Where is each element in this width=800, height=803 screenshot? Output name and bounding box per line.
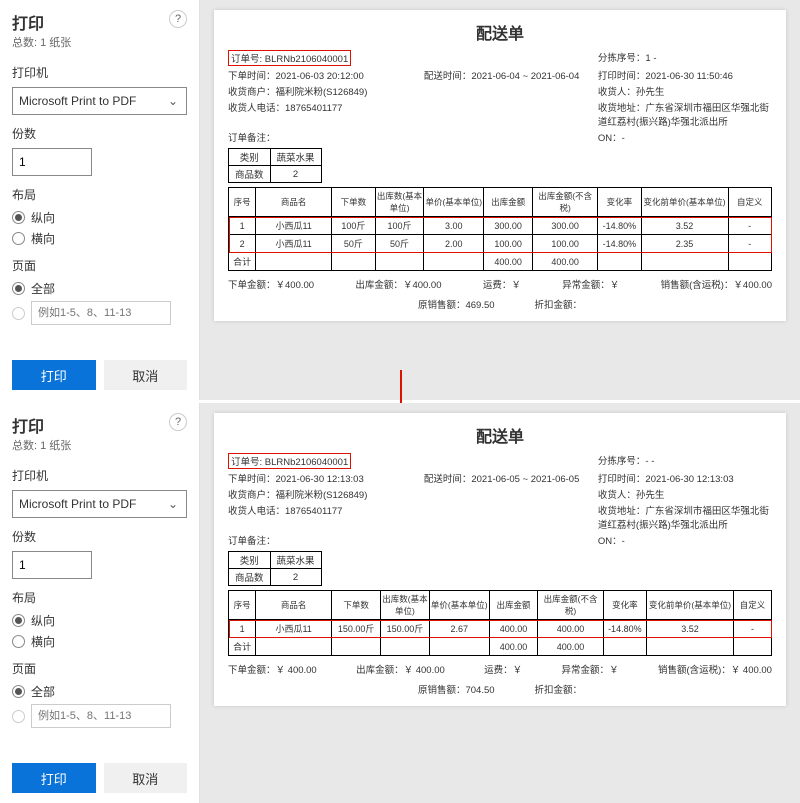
pages-custom-radio[interactable] [12, 704, 187, 728]
table-total-row: 合计400.00400.00 [229, 638, 772, 656]
layout-landscape-radio[interactable]: 横向 [12, 633, 187, 650]
layout-label: 布局 [12, 589, 187, 606]
layout-label: 布局 [12, 186, 187, 203]
print-title: 打印 [12, 10, 187, 34]
doc-title: 配送单 [228, 20, 772, 44]
copies-input[interactable] [12, 551, 92, 579]
printer-select[interactable]: Microsoft Print to PDF ⌄ [12, 87, 187, 115]
table-header-row: 序号商品名下单数出库数(基本单位)单价(基本单位)出库金额出库金额(不含税)变化… [229, 188, 772, 217]
pages-custom-input[interactable] [31, 704, 171, 728]
help-icon[interactable]: ? [169, 10, 187, 28]
sheet-count: 总数: 1 纸张 [12, 437, 187, 453]
doc-title: 配送单 [228, 423, 772, 447]
category-table: 类别蔬菜水果 商品数2 [228, 551, 322, 586]
items-table: 序号商品名下单数出库数(基本单位)单价(基本单位)出库金额出库金额(不含税)变化… [228, 590, 772, 656]
items-table: 序号商品名下单数出库数(基本单位)单价(基本单位)出库金额出库金额(不含税)变化… [228, 187, 772, 271]
summary-line-2: 原销售额：469.50 折扣金额： [228, 297, 772, 311]
summary-line-1: 下单金额：￥400.00 出库金额：￥400.00 运费：￥ 异常金额：￥ 销售… [228, 277, 772, 291]
pages-custom-radio[interactable] [12, 301, 187, 325]
order-no-highlight: 订单号: BLRNb2106040001 [228, 453, 351, 469]
table-header-row: 序号商品名下单数出库数(基本单位)单价(基本单位)出库金额出库金额(不含税)变化… [229, 591, 772, 620]
pages-all-radio[interactable]: 全部 [12, 683, 187, 700]
delivery-doc-1: 配送单 订单号: BLRNb2106040001 分拣序号：1 - 下单时间：2… [214, 10, 786, 321]
sheet-count: 总数: 1 纸张 [12, 34, 187, 50]
print-button[interactable]: 打印 [12, 360, 96, 390]
printer-select[interactable]: Microsoft Print to PDF ⌄ [12, 490, 187, 518]
chevron-down-icon: ⌄ [168, 94, 178, 108]
order-no-highlight: 订单号: BLRNb2106040001 [228, 50, 351, 66]
layout-portrait-radio[interactable]: 纵向 [12, 612, 187, 629]
help-icon[interactable]: ? [169, 413, 187, 431]
table-row: 2小西瓜1150斤50斤2.00100.00100.00-14.80%2.35- [229, 235, 772, 253]
print-preview: 配送单 订单号: BLRNb2106040001 分拣序号：- - 下单时间：2… [200, 403, 800, 803]
summary-line-1: 下单金额：￥ 400.00 出库金额：￥ 400.00 运费：￥ 异常金额：￥ … [228, 662, 772, 676]
copies-input[interactable] [12, 148, 92, 176]
print-title: 打印 [12, 413, 187, 437]
table-row: 1小西瓜11150.00斤150.00斤2.67400.00400.00-14.… [229, 620, 772, 638]
category-table: 类别蔬菜水果 商品数2 [228, 148, 322, 183]
copies-label: 份数 [12, 528, 187, 545]
chevron-down-icon: ⌄ [168, 497, 178, 511]
print-preview: 配送单 订单号: BLRNb2106040001 分拣序号：1 - 下单时间：2… [200, 0, 800, 400]
printer-label: 打印机 [12, 64, 187, 81]
pages-all-radio[interactable]: 全部 [12, 280, 187, 297]
table-total-row: 合计400.00400.00 [229, 253, 772, 271]
summary-line-2: 原销售额：704.50 折扣金额： [228, 682, 772, 696]
copies-label: 份数 [12, 125, 187, 142]
printer-label: 打印机 [12, 467, 187, 484]
print-sidebar: ? 打印 总数: 1 纸张 打印机 Microsoft Print to PDF… [0, 403, 200, 803]
pages-custom-input[interactable] [31, 301, 171, 325]
cancel-button[interactable]: 取消 [104, 763, 188, 793]
layout-portrait-radio[interactable]: 纵向 [12, 209, 187, 226]
print-sidebar: ? 打印 总数: 1 纸张 打印机 Microsoft Print to PDF… [0, 0, 200, 400]
print-button[interactable]: 打印 [12, 763, 96, 793]
pages-label: 页面 [12, 660, 187, 677]
table-row: 1小西瓜11100斤100斤3.00300.00300.00-14.80%3.5… [229, 217, 772, 235]
layout-landscape-radio[interactable]: 横向 [12, 230, 187, 247]
cancel-button[interactable]: 取消 [104, 360, 188, 390]
pages-label: 页面 [12, 257, 187, 274]
delivery-doc-2: 配送单 订单号: BLRNb2106040001 分拣序号：- - 下单时间：2… [214, 413, 786, 706]
